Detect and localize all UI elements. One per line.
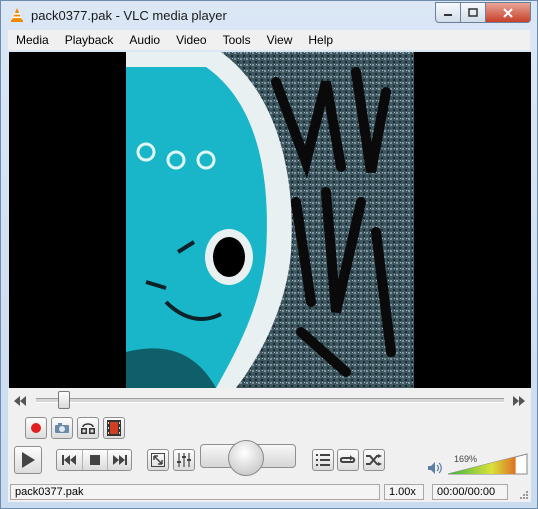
- fullscreen-icon: [151, 453, 165, 467]
- playlist-icon: [316, 454, 330, 466]
- play-icon: [22, 452, 35, 468]
- speaker-icon[interactable]: [428, 462, 442, 474]
- menu-media-label: Media: [16, 33, 49, 47]
- status-filename: pack0377.pak: [10, 484, 380, 500]
- menu-tools-label: Tools: [222, 33, 251, 47]
- snapshot-button[interactable]: [51, 417, 73, 439]
- stop-button[interactable]: [82, 450, 107, 470]
- fullscreen-button[interactable]: [147, 449, 169, 471]
- menu-tools[interactable]: Tools: [215, 33, 259, 47]
- menu-audio[interactable]: Audio: [121, 33, 168, 47]
- status-bar: pack0377.pak 1.00x 00:00/00:00: [8, 482, 531, 502]
- seek-backward-icon[interactable]: [14, 396, 26, 406]
- video-area[interactable]: [9, 52, 531, 388]
- menu-video[interactable]: Video: [168, 33, 214, 47]
- volume-slider[interactable]: [448, 453, 528, 475]
- frame-by-frame-button[interactable]: [103, 417, 125, 439]
- record-button[interactable]: [25, 417, 47, 439]
- controls-panel: 169%: [8, 388, 531, 482]
- menu-help-label: Help: [308, 33, 334, 47]
- cover-art-image: [126, 52, 414, 388]
- minimize-button[interactable]: [435, 2, 461, 23]
- menu-help[interactable]: Help: [300, 33, 341, 47]
- vlc-cone-icon: [11, 8, 23, 22]
- seek-slider[interactable]: [36, 398, 504, 403]
- menu-view[interactable]: View: [259, 33, 301, 47]
- window-title: pack0377.pak - VLC media player: [31, 8, 227, 23]
- extended-settings-button[interactable]: [173, 449, 195, 471]
- skip-forward-icon: [113, 455, 127, 465]
- minimize-icon: [444, 13, 452, 16]
- record-icon: [31, 423, 41, 433]
- menu-video-label: Video: [176, 33, 207, 47]
- caption-buttons: [435, 2, 531, 23]
- transport-group: [56, 449, 132, 471]
- play-button[interactable]: [14, 446, 42, 474]
- time-display[interactable]: 00:00/00:00: [432, 484, 508, 500]
- loop-button[interactable]: [337, 449, 359, 471]
- close-button[interactable]: [486, 2, 531, 23]
- shuffle-icon: [366, 454, 382, 466]
- skip-back-icon: [62, 455, 76, 465]
- playback-speed[interactable]: 1.00x: [384, 484, 424, 500]
- maximize-button[interactable]: [461, 2, 486, 23]
- menu-bar: Media Playback Audio Video Tools View He…: [8, 30, 530, 50]
- loop-ab-button[interactable]: [77, 417, 99, 439]
- camera-icon: [55, 423, 69, 433]
- repeat-icon: [340, 455, 356, 463]
- next-button[interactable]: [107, 450, 132, 470]
- film-frame-icon: [107, 420, 121, 436]
- menu-playback-label: Playback: [64, 33, 114, 47]
- fullscreen-toggle-knob[interactable]: [228, 440, 264, 476]
- loop-ab-icon: [81, 423, 95, 434]
- resize-grip-icon[interactable]: [519, 490, 529, 500]
- stop-icon: [90, 455, 100, 465]
- playlist-button[interactable]: [312, 449, 334, 471]
- previous-button[interactable]: [57, 450, 81, 470]
- equalizer-icon: [177, 453, 191, 467]
- maximize-icon: [468, 8, 478, 17]
- vlc-window: pack0377.pak - VLC media player Media Pl…: [0, 0, 538, 509]
- menu-audio-label: Audio: [129, 33, 161, 47]
- close-icon: [503, 7, 513, 18]
- seek-handle[interactable]: [58, 391, 71, 409]
- menu-view-label: View: [266, 33, 293, 47]
- title-bar[interactable]: pack0377.pak - VLC media player: [1, 1, 537, 29]
- menu-media[interactable]: Media: [8, 33, 57, 47]
- menu-playback[interactable]: Playback: [57, 33, 122, 47]
- shuffle-button[interactable]: [363, 449, 385, 471]
- seek-forward-icon[interactable]: [513, 396, 525, 406]
